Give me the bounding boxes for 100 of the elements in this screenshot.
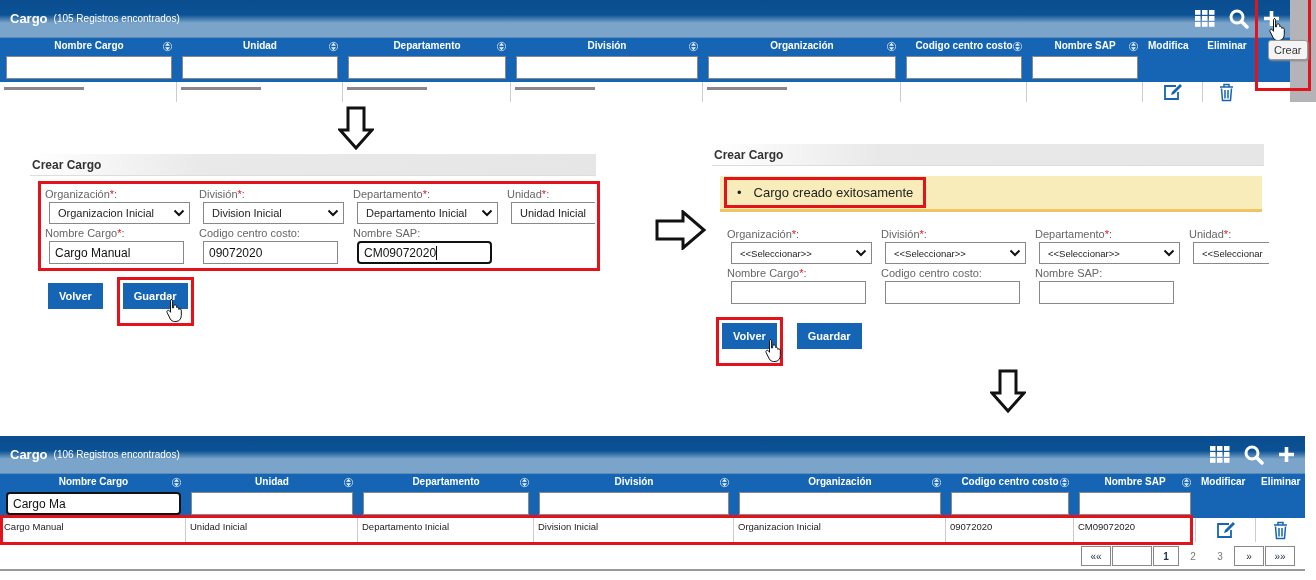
select-field[interactable]: <<Seleccionar>> [885,242,1026,264]
column-header[interactable]: Codigo centro costo [961,476,1059,489]
form-button[interactable]: Guardar [122,283,188,309]
trash-icon[interactable] [1219,82,1234,102]
sort-icon[interactable] [520,477,529,488]
filter-field[interactable] [1079,492,1191,515]
sort-icon[interactable] [1129,41,1138,52]
search-icon[interactable] [1229,8,1249,29]
input-field[interactable] [885,281,1020,304]
grid-title: Cargo [10,447,48,462]
column-header[interactable]: Modifica [1148,40,1189,53]
record-count: (106 Registros encontrados) [53,449,180,460]
column-header[interactable]: Nombre Cargo [54,40,124,53]
column-header[interactable]: Codigo centro costo [915,40,1013,53]
filter-field[interactable] [6,56,172,79]
field-label: Codigo centro costo: [199,227,301,239]
column-header[interactable]: División [587,40,627,53]
field-label: Departamento*: [353,188,432,200]
field-label: Codigo centro costo: [881,267,983,279]
form-button[interactable]: Volver [722,323,777,349]
column-header[interactable]: Unidad [243,40,277,53]
filter-field[interactable] [516,56,698,79]
sort-icon[interactable] [689,41,698,52]
trash-icon[interactable] [1273,520,1288,540]
column-header[interactable]: Organización [808,476,872,489]
column-header[interactable]: Modificar [1201,476,1246,489]
plus-icon[interactable] [1278,446,1295,463]
chevron-down-icon [1009,249,1021,257]
filter-field[interactable] [348,56,506,79]
sort-icon[interactable] [163,41,172,52]
sort-icon[interactable] [932,477,941,488]
column-header[interactable]: Eliminar [1207,40,1247,53]
column-header[interactable]: Nombre SAP [1054,40,1116,53]
grid-icon[interactable] [1210,446,1230,463]
input-field[interactable]: 09072020 [203,241,338,264]
column-header[interactable]: Departamento [393,40,461,53]
sort-icon[interactable] [329,41,338,52]
success-message: Cargo creado exitosamente [753,185,914,200]
sort-icon[interactable] [1182,477,1191,488]
sort-icon[interactable] [887,41,896,52]
page-nav-button[interactable]: «« [1081,546,1111,566]
form-button[interactable]: Volver [48,283,103,309]
filter-field[interactable] [1032,56,1138,79]
filter-field[interactable] [906,56,1022,79]
page-nav-button[interactable]: »» [1265,546,1295,566]
chevron-down-icon [855,249,867,257]
input-field[interactable] [731,281,866,304]
sort-icon[interactable] [1060,477,1069,488]
search-icon[interactable] [1244,444,1264,465]
grid-icon[interactable] [1195,10,1215,27]
sort-icon[interactable] [1013,41,1022,52]
select-field[interactable]: <<Seleccionar>> [1039,242,1180,264]
select-field[interactable]: Organizacion Inicial [49,202,190,224]
sort-icon[interactable] [172,477,181,488]
record-count: (105 Registros encontrados) [53,13,180,24]
filter-field[interactable] [951,492,1069,515]
page-nav-button[interactable]: » [1234,546,1264,566]
select-field[interactable]: Division Inicial [203,202,344,224]
filter-field[interactable] [708,56,896,79]
filter-field[interactable] [191,492,353,515]
select-field[interactable]: <<Seleccionar [1193,242,1269,264]
input-field[interactable]: Cargo Manual [49,241,184,264]
table-cell: CM09072020 [1073,518,1195,542]
sort-icon[interactable] [720,477,729,488]
bullet: • [737,185,742,200]
edit-icon[interactable] [1162,83,1183,101]
arrow-down-icon [338,106,374,150]
form-button[interactable]: Guardar [796,323,862,349]
sort-icon[interactable] [344,477,353,488]
select-field[interactable]: Unidad Inicial [511,202,595,224]
filter-field[interactable]: Cargo Ma [6,492,181,515]
filter-field[interactable] [739,492,941,515]
filter-field[interactable] [363,492,529,515]
chevron-down-icon [327,209,339,217]
input-field[interactable]: CM09072020 [357,241,492,264]
select-field[interactable]: Departamento Inicial [357,202,498,224]
field-label: División*: [199,188,246,200]
table-cell: Departamento Inicial [357,518,533,542]
page-button[interactable]: 1 [1153,546,1179,566]
column-header[interactable]: División [614,476,654,489]
input-field[interactable] [1039,281,1174,304]
edit-icon[interactable] [1215,521,1236,539]
filter-field[interactable] [182,56,338,79]
field-label: Unidad*: [1189,228,1233,240]
plus-icon[interactable] [1263,10,1280,27]
column-header[interactable]: Departamento [412,476,480,489]
filter-field[interactable] [539,492,729,515]
page-field[interactable] [1112,546,1152,566]
select-field[interactable]: <<Seleccionar>> [731,242,872,264]
field-label: Nombre Cargo*: [45,227,126,239]
column-header[interactable]: Eliminar [1261,476,1301,489]
field-label: Unidad*: [507,188,551,200]
column-header[interactable]: Unidad [255,476,289,489]
column-header[interactable]: Nombre Cargo [58,476,129,489]
column-header[interactable]: Organización [770,40,834,53]
sort-icon[interactable] [497,41,506,52]
chevron-down-icon [173,209,185,217]
column-header[interactable]: Nombre SAP [1104,476,1166,489]
form-title: Crear Cargo [714,147,784,162]
table-cell: Division Inicial [533,518,733,542]
